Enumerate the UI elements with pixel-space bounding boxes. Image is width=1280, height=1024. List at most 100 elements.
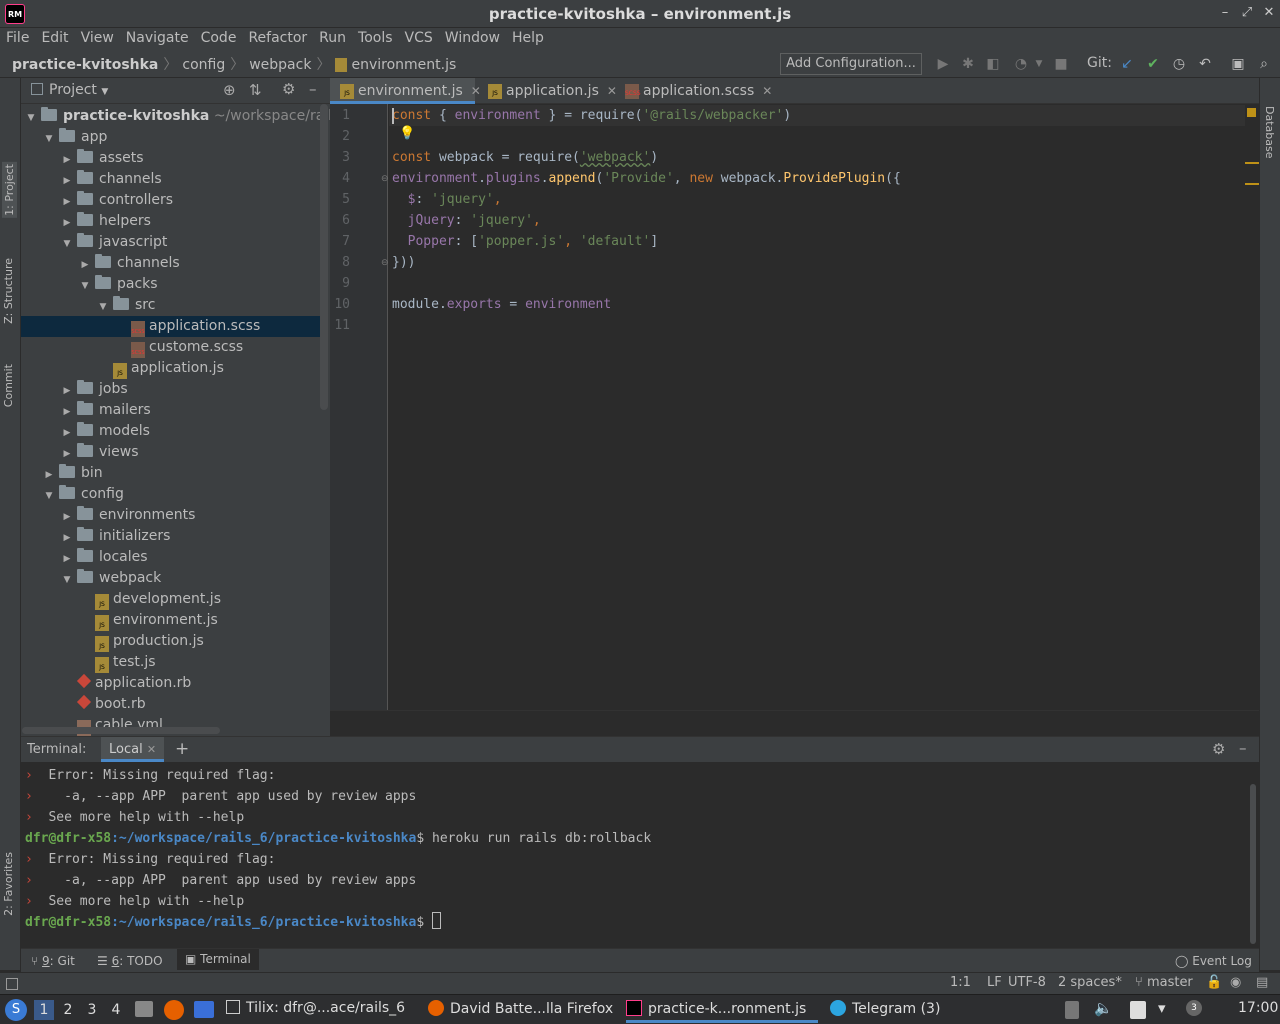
caret-position[interactable]: 1:1: [950, 975, 971, 990]
tree-root[interactable]: ▼ practice-kvitoshka ~/workspace/rails_6: [21, 106, 355, 127]
clock[interactable]: 17:00: [1238, 1000, 1278, 1016]
fold-icon[interactable]: ⊖: [381, 258, 389, 268]
close-tab-icon[interactable]: ✕: [762, 84, 772, 98]
tree-item[interactable]: SCSS application.scss: [21, 316, 321, 337]
chevron-down-icon[interactable]: ▼: [97, 297, 109, 318]
tree-item[interactable]: JS environment.js: [21, 610, 321, 631]
tree-item[interactable]: boot.rb: [21, 694, 321, 715]
chevron-right-icon[interactable]: ▶: [61, 423, 73, 444]
taskbar-app-tilix[interactable]: Tilix: dfr@...ace/rails_6: [226, 1000, 405, 1016]
tree-item[interactable]: ▶ bin: [21, 463, 321, 484]
tree-item[interactable]: JS development.js: [21, 589, 321, 610]
tree-item[interactable]: ▶ channels: [21, 169, 321, 190]
code-editor[interactable]: [389, 104, 1245, 710]
tree-item[interactable]: ▶ environments: [21, 505, 321, 526]
gear-icon[interactable]: ⚙: [282, 80, 295, 98]
chevron-right-icon[interactable]: ▶: [79, 255, 91, 276]
tree-item[interactable]: ▶ channels: [21, 253, 321, 274]
menu-help[interactable]: Help: [506, 28, 550, 49]
notification-icon[interactable]: 3: [1186, 1000, 1202, 1016]
breadcrumb-webpack[interactable]: webpack: [249, 57, 311, 73]
scroll-thumb[interactable]: [1250, 784, 1256, 944]
fold-icon[interactable]: ⊖: [381, 174, 389, 184]
coverage-icon[interactable]: ◧: [984, 55, 1002, 73]
project-structure-icon[interactable]: ▣: [1229, 55, 1247, 73]
chevron-right-icon[interactable]: ▶: [61, 507, 73, 528]
chevron-down-icon[interactable]: ▼: [61, 570, 73, 591]
chevron-right-icon[interactable]: ▶: [61, 171, 73, 192]
tree-item[interactable]: application.rb: [21, 673, 321, 694]
project-scrollbar[interactable]: [320, 104, 328, 410]
chevron-right-icon[interactable]: ▶: [61, 402, 73, 423]
memory-icon[interactable]: ▤: [1256, 975, 1268, 990]
chevron-down-icon[interactable]: ▼: [43, 129, 55, 150]
indent-setting[interactable]: 2 spaces*: [1058, 975, 1122, 990]
tool-tab-terminal[interactable]: ▣ Terminal: [177, 949, 259, 970]
terminal-tab-local[interactable]: Local ✕: [101, 737, 165, 762]
warning-stripe[interactable]: [1245, 183, 1259, 185]
file-manager-icon[interactable]: [135, 1001, 153, 1017]
tree-item[interactable]: ▶ controllers: [21, 190, 321, 211]
chevron-right-icon[interactable]: ▶: [61, 549, 73, 570]
profile-icon[interactable]: ◔: [1012, 55, 1030, 73]
terminal-scrollbar[interactable]: [1245, 762, 1259, 947]
chevron-right-icon[interactable]: ▶: [61, 381, 73, 402]
run-icon[interactable]: ▶: [934, 55, 952, 73]
search-icon[interactable]: ⌕: [1255, 55, 1273, 73]
chevron-right-icon[interactable]: ▶: [43, 465, 55, 486]
chevron-right-icon[interactable]: ▶: [61, 192, 73, 213]
taskbar-app-firefox[interactable]: David Batte...lla Firefox: [428, 1000, 613, 1017]
tree-item[interactable]: ▶ assets: [21, 148, 321, 169]
volume-icon[interactable]: 🔈: [1094, 999, 1113, 1017]
tree-item[interactable]: ▶ mailers: [21, 400, 321, 421]
chevron-down-icon[interactable]: ▼: [43, 486, 55, 507]
line-separator[interactable]: LF: [987, 975, 1002, 990]
workspace-3[interactable]: 3: [82, 1000, 102, 1020]
history-icon[interactable]: ◷: [1170, 55, 1188, 73]
editor-scrollbar[interactable]: [1245, 104, 1259, 710]
workspace-2[interactable]: 2: [58, 1000, 78, 1020]
desktop-icon[interactable]: [194, 1001, 214, 1018]
minimize-icon[interactable]: –: [1218, 6, 1232, 20]
firefox-icon[interactable]: [164, 1000, 184, 1020]
project-view-selector[interactable]: Project ▼: [49, 82, 108, 98]
file-encoding[interactable]: UTF-8: [1008, 975, 1046, 990]
tree-item[interactable]: JS application.js: [21, 358, 321, 379]
chevron-down-icon[interactable]: ▼: [79, 276, 91, 297]
locate-icon[interactable]: ⊕: [223, 81, 236, 99]
menu-vcs[interactable]: VCS: [399, 28, 439, 49]
tree-item[interactable]: ▶ helpers: [21, 211, 321, 232]
tool-tab-structure[interactable]: Z: Structure: [2, 258, 15, 324]
menu-tools[interactable]: Tools: [352, 28, 399, 49]
tree-item[interactable]: ▶ jobs: [21, 379, 321, 400]
clipboard-icon[interactable]: [1065, 1001, 1079, 1019]
lock-icon[interactable]: 🔓: [1206, 975, 1222, 990]
tree-item[interactable]: JS test.js: [21, 652, 321, 673]
tool-tab-commit[interactable]: Commit: [2, 364, 15, 407]
tab-environment-js[interactable]: JS environment.js ✕: [330, 78, 481, 104]
lightbulb-icon[interactable]: 💡: [399, 126, 415, 141]
tree-item[interactable]: ▼ app: [21, 127, 321, 148]
git-update-icon[interactable]: ↙: [1118, 55, 1136, 73]
tool-tab-project[interactable]: 1: Project: [2, 162, 17, 218]
stop-icon[interactable]: ■: [1052, 55, 1070, 73]
breadcrumb-root[interactable]: practice-kvitoshka: [12, 57, 158, 73]
menu-edit[interactable]: Edit: [35, 28, 74, 49]
tab-application-scss[interactable]: SCSS application.scss ✕: [615, 78, 772, 104]
add-configuration-button[interactable]: Add Configuration...: [780, 53, 922, 75]
menu-navigate[interactable]: Navigate: [120, 28, 195, 49]
close-icon[interactable]: ✕: [1262, 6, 1276, 20]
tool-tab-database[interactable]: Database: [1263, 106, 1276, 159]
notes-icon[interactable]: [1130, 1001, 1146, 1019]
menu-refactor[interactable]: Refactor: [242, 28, 313, 49]
inspector-icon[interactable]: ◉: [1230, 975, 1241, 990]
tool-tab-todo[interactable]: ☰ 6: TODO: [97, 952, 163, 970]
tree-item[interactable]: JS production.js: [21, 631, 321, 652]
tree-item[interactable]: ▼ config: [21, 484, 321, 505]
hide-icon[interactable]: –: [1239, 739, 1247, 757]
menu-run[interactable]: Run: [313, 28, 352, 49]
collapse-all-icon[interactable]: ⇅: [249, 81, 262, 99]
breadcrumb-file[interactable]: environment.js: [351, 57, 456, 73]
workspace-1[interactable]: 1: [34, 1000, 54, 1020]
tree-item[interactable]: ▼ src: [21, 295, 321, 316]
